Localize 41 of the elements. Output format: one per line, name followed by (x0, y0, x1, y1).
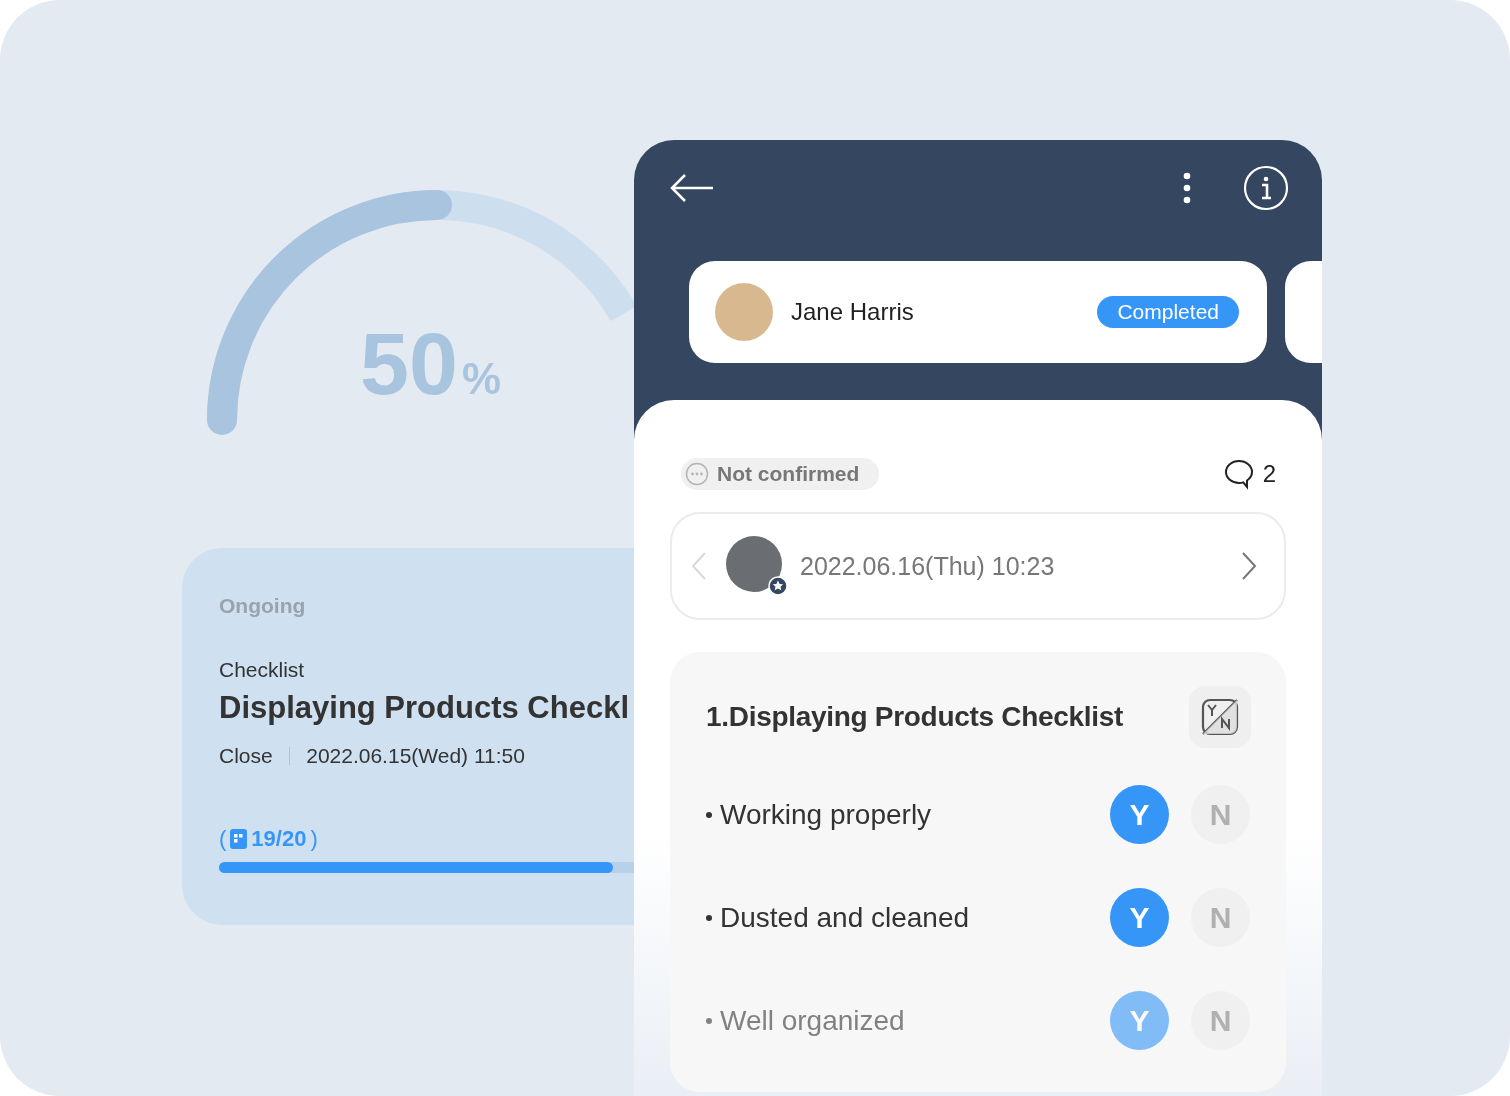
progress-count: 19/20 (251, 826, 307, 852)
avatar-placeholder (726, 536, 786, 596)
yes-button[interactable]: Y (1110, 991, 1169, 1050)
submission-date: 2022.06.16(Thu) 10:23 (800, 551, 1055, 581)
avatar-placeholder (715, 283, 773, 341)
gauge-value: 50 (360, 320, 458, 408)
section-title: 1.Displaying Products Checklist (706, 701, 1124, 733)
bullet-icon (706, 1017, 712, 1024)
confirmation-status: Not confirmed (717, 462, 860, 486)
status-badge: Completed (1097, 296, 1239, 328)
no-button[interactable]: N (1191, 991, 1250, 1050)
task-status: Ongoing (219, 594, 307, 618)
gauge-unit: % (461, 357, 501, 401)
task-category: Checklist (219, 658, 306, 682)
info-icon[interactable] (1243, 165, 1289, 211)
yes-no-toggle-button[interactable] (1189, 686, 1251, 748)
bullet-icon (706, 914, 712, 921)
next-card[interactable] (1285, 261, 1322, 363)
no-button[interactable]: N (1191, 888, 1250, 947)
bullet-icon (706, 811, 712, 818)
person-card[interactable]: Jane Harris Completed (689, 261, 1267, 363)
item-label: Working properly (720, 798, 932, 831)
close-date: 2022.06.15(Wed) 11:50 (306, 744, 525, 768)
paren-text: ) (310, 826, 318, 852)
person-name: Jane Harris (791, 298, 915, 326)
task-title: Displaying Products Checkl (219, 690, 630, 726)
close-label: Close (219, 744, 273, 768)
more-menu-icon[interactable] (1183, 172, 1191, 204)
yes-no-icon (1200, 697, 1240, 737)
paren-text: ( (219, 826, 227, 852)
yes-button[interactable]: Y (1110, 888, 1169, 947)
item-label: Well organized (720, 1004, 905, 1037)
checklist-icon (230, 829, 248, 849)
back-arrow-icon[interactable] (670, 173, 714, 203)
ellipsis-icon (685, 462, 709, 486)
comment-icon[interactable] (1222, 458, 1255, 490)
no-button[interactable]: N (1191, 785, 1250, 844)
comment-count: 2 (1262, 460, 1276, 488)
chevron-right-icon[interactable] (1240, 551, 1258, 581)
yes-button[interactable]: Y (1110, 785, 1169, 844)
item-label: Dusted and cleaned (720, 901, 970, 934)
